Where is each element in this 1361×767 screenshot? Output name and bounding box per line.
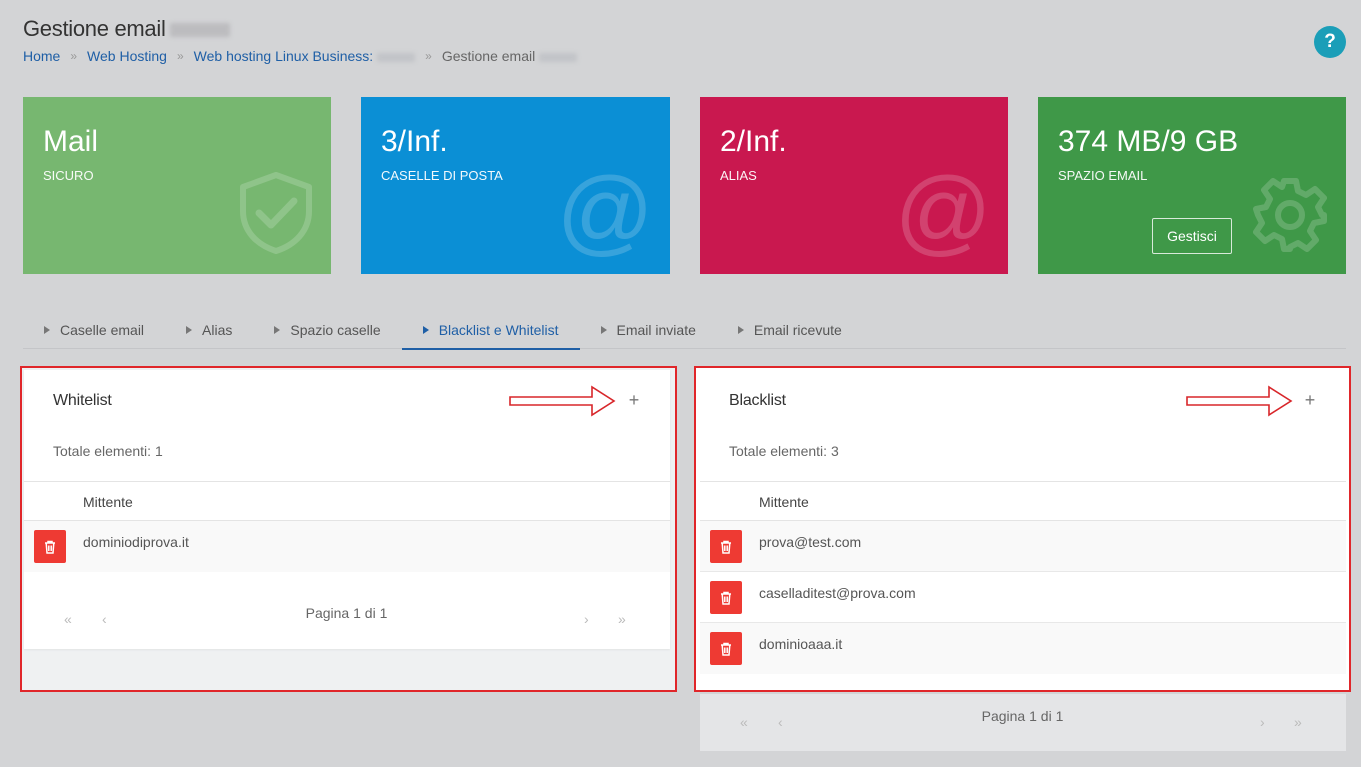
blacklist-footer: « ‹ Pagina 1 di 1 › » (700, 694, 1346, 751)
trash-icon (721, 540, 731, 554)
stat-card-alias: 2/Inf. ALIAS @ (700, 97, 1008, 274)
page-title-text: Gestione email (23, 16, 166, 41)
trash-icon (721, 591, 731, 605)
stat-card-security: Mail SICURO (23, 97, 331, 274)
breadcrumb-link-label: Web hosting Linux Business: (193, 48, 374, 64)
breadcrumb-web-hosting[interactable]: Web Hosting (87, 48, 167, 64)
annotation-arrow-icon (509, 385, 616, 417)
stat-value: 374 MB/9 GB (1058, 125, 1239, 158)
tab-label: Email inviate (616, 321, 696, 338)
delete-button[interactable] (710, 581, 742, 614)
sender-cell: dominiodiprova.it (83, 534, 189, 550)
next-page-button[interactable]: › (1260, 714, 1265, 730)
next-page-button[interactable]: › (584, 611, 589, 627)
stat-label: CASELLE DI POSTA (381, 168, 503, 183)
caret-right-icon (274, 325, 281, 334)
tab-email-ricevute[interactable]: Email ricevute (717, 310, 863, 349)
add-whitelist-button[interactable]: + (624, 390, 644, 410)
caret-right-icon (422, 325, 429, 334)
last-page-button[interactable]: » (1294, 714, 1302, 730)
sender-cell: dominioaaa.it (759, 636, 843, 652)
tab-label: Alias (202, 321, 233, 338)
blacklist-title: Blacklist (729, 392, 786, 409)
tab-label: Email ricevute (753, 321, 842, 338)
breadcrumb-separator: » (70, 49, 78, 63)
stat-label: ALIAS (720, 168, 757, 183)
caret-right-icon (600, 325, 607, 334)
tab-bar: Caselle email Alias Spazio caselle Black… (23, 310, 1346, 350)
sender-cell: caselladitest@prova.com (759, 585, 916, 601)
annotation-arrow-icon (1186, 385, 1293, 417)
at-sign-icon: @ (556, 158, 654, 265)
whitelist-panel: Whitelist + Totale elementi: 1 Mittente … (24, 370, 670, 649)
stat-value: 2/Inf. (720, 125, 787, 158)
caret-right-icon (186, 325, 193, 334)
delete-button[interactable] (710, 632, 742, 665)
tab-label: Caselle email (60, 321, 145, 338)
delete-button[interactable] (34, 530, 66, 563)
sender-cell: prova@test.com (759, 534, 862, 550)
page-title: Gestione email (23, 16, 230, 42)
trash-icon (45, 540, 55, 554)
tab-spazio-caselle[interactable]: Spazio caselle (253, 310, 401, 349)
trash-icon (721, 642, 731, 656)
blacklist-pager: « ‹ Pagina 1 di 1 › » (740, 708, 1305, 738)
last-page-button[interactable]: » (618, 611, 626, 627)
page-indicator: Pagina 1 di 1 (305, 605, 388, 621)
tab-alias[interactable]: Alias (165, 310, 253, 349)
at-sign-icon: @ (894, 158, 992, 265)
page-indicator: Pagina 1 di 1 (981, 708, 1064, 724)
shield-check-icon (237, 171, 315, 260)
stat-label: SPAZIO EMAIL (1058, 168, 1148, 183)
delete-button[interactable] (710, 530, 742, 563)
whitelist-pager: « ‹ Pagina 1 di 1 › » (64, 605, 629, 635)
table-row: caselladitest@prova.com (700, 572, 1346, 623)
caret-right-icon (44, 325, 50, 334)
tab-blacklist-whitelist[interactable]: Blacklist e Whitelist (401, 310, 580, 350)
column-mittente: Mittente (83, 494, 133, 510)
tab-caselle-email[interactable]: Caselle email (23, 310, 165, 349)
breadcrumb-separator: » (425, 49, 432, 63)
tab-label: Blacklist e Whitelist (438, 321, 559, 338)
breadcrumb: Home » Web Hosting » Web hosting Linux B… (23, 48, 578, 64)
blacklist-panel: Blacklist + Totale elementi: 3 Mittente … (700, 370, 1346, 674)
add-blacklist-button[interactable]: + (1300, 390, 1320, 410)
breadcrumb-current: Gestione email (441, 48, 578, 64)
column-mittente: Mittente (759, 494, 809, 510)
caret-right-icon (737, 325, 744, 334)
stat-value: 3/Inf. (381, 125, 448, 158)
stat-card-mailboxes: 3/Inf. CASELLE DI POSTA @ (361, 97, 670, 274)
stat-card-email-space: 374 MB/9 GB SPAZIO EMAIL Gestisci (1038, 97, 1346, 274)
tab-email-inviate[interactable]: Email inviate (580, 310, 717, 349)
table-row: dominioaaa.it (700, 623, 1346, 674)
table-header: Mittente (24, 481, 670, 521)
redacted-domain (539, 52, 578, 62)
whitelist-title: Whitelist (53, 392, 112, 409)
redacted-account-name (169, 23, 230, 38)
stat-label: SICURO (43, 168, 94, 183)
table-row: prova@test.com (700, 521, 1346, 572)
manage-button[interactable]: Gestisci (1152, 218, 1232, 254)
help-button[interactable]: ? (1314, 26, 1346, 58)
breadcrumb-home[interactable]: Home (23, 48, 60, 64)
breadcrumb-separator: » (176, 49, 184, 63)
table-header: Mittente (700, 481, 1346, 521)
breadcrumb-web-hosting-linux-business[interactable]: Web hosting Linux Business: (194, 48, 416, 64)
table-row: dominiodiprova.it (24, 521, 670, 572)
gear-icon (1252, 177, 1328, 258)
breadcrumb-current-label: Gestione email (441, 48, 536, 64)
tab-label: Spazio caselle (290, 321, 381, 338)
redacted-domain (377, 52, 416, 62)
whitelist-total: Totale elementi: 1 (53, 443, 163, 459)
stat-value: Mail (43, 125, 99, 158)
blacklist-total: Totale elementi: 3 (729, 443, 839, 459)
